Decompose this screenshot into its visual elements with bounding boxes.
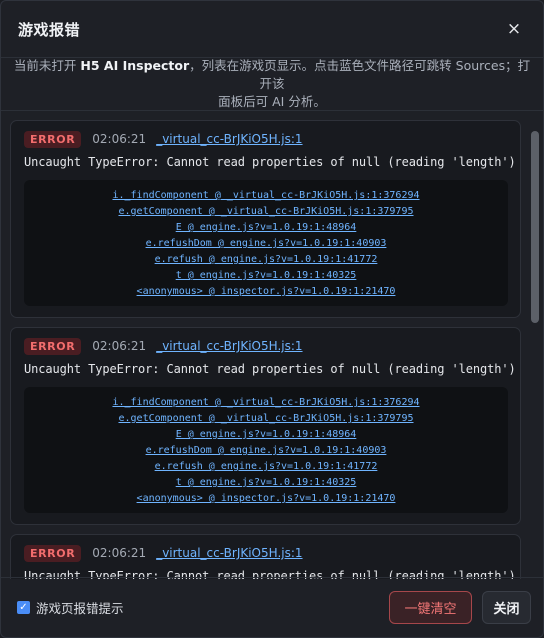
error-meta: ERROR 02:06:21 _virtual_cc-BrJKiO5H.js:1 [24,544,508,562]
error-badge: ERROR [24,337,82,355]
stack-frame-link[interactable]: i._findComponent @ _virtual_cc-BrJKiO5H.… [112,188,419,204]
error-message: Uncaught TypeError: Cannot read properti… [24,155,516,169]
stack-frame-link[interactable]: <anonymous> @ inspector.js?v=1.0.19:1:21… [137,284,396,300]
stack-frame-link[interactable]: e.refush @ engine.js?v=1.0.19:1:41772 [155,252,378,268]
stack-frame-link[interactable]: e.getComponent @ _virtual_cc-BrJKiO5H.js… [118,411,413,427]
error-source-link[interactable]: _virtual_cc-BrJKiO5H.js:1 [156,546,302,560]
error-entry: ERROR 02:06:21 _virtual_cc-BrJKiO5H.js:1… [10,534,521,579]
error-list-scrollbar[interactable] [531,121,539,579]
close-button[interactable]: 关闭 [482,591,531,624]
error-toast-toggle[interactable]: ✓ 游戏页报错提示 [17,598,124,617]
error-message: Uncaught TypeError: Cannot read properti… [24,362,516,376]
error-time: 02:06:21 [92,339,147,353]
checkmark-icon: ✓ [19,602,28,613]
stack-frame-link[interactable]: t @ engine.js?v=1.0.19:1:40325 [176,268,357,284]
stack-frame-link[interactable]: t @ engine.js?v=1.0.19:1:40325 [176,475,357,491]
notice-line-2: 面板后可 AI 分析。 [218,94,326,109]
stack-frame-link[interactable]: e.refushDom @ engine.js?v=1.0.19:1:40903 [146,443,387,459]
stack-frame-link[interactable]: e.refush @ engine.js?v=1.0.19:1:41772 [155,459,378,475]
error-time: 02:06:21 [92,132,147,146]
checkbox-checked[interactable]: ✓ [17,601,30,614]
inspector-notice: 当前未打开 H5 AI Inspector，列表在游戏页显示。点击蓝色文件路径可… [1,58,543,111]
dialog-title: 游戏报错 [18,20,81,39]
error-toast-toggle-label: 游戏页报错提示 [36,601,124,616]
error-entry: ERROR 02:06:21 _virtual_cc-BrJKiO5H.js:1… [10,327,521,525]
stack-frame-link[interactable]: <anonymous> @ inspector.js?v=1.0.19:1:21… [137,491,396,507]
notice-prefix: 当前未打开 [13,58,81,73]
stack-frame-link[interactable]: i._findComponent @ _virtual_cc-BrJKiO5H.… [112,395,419,411]
notice-line-1: 当前未打开 H5 AI Inspector，列表在游戏页显示。点击蓝色文件路径可… [11,57,533,93]
notice-suffix: ，列表在游戏页显示。点击蓝色文件路径可跳转 Sources；打开该 [189,58,531,91]
stack-frame-link[interactable]: E @ engine.js?v=1.0.19:1:48964 [176,427,357,443]
scrollbar-thumb[interactable] [531,131,539,323]
stack-trace: i._findComponent @ _virtual_cc-BrJKiO5H.… [24,387,508,513]
error-badge: ERROR [24,130,82,148]
error-entry: ERROR 02:06:21 _virtual_cc-BrJKiO5H.js:1… [10,120,521,318]
stack-frame-link[interactable]: e.getComponent @ _virtual_cc-BrJKiO5H.js… [118,204,413,220]
error-entries: ERROR 02:06:21 _virtual_cc-BrJKiO5H.js:1… [10,120,521,579]
game-error-dialog: 游戏报错 × 当前未打开 H5 AI Inspector，列表在游戏页显示。点击… [0,0,544,638]
error-source-link[interactable]: _virtual_cc-BrJKiO5H.js:1 [156,132,302,146]
stack-trace: i._findComponent @ _virtual_cc-BrJKiO5H.… [24,180,508,306]
error-list[interactable]: ERROR 02:06:21 _virtual_cc-BrJKiO5H.js:1… [1,112,543,579]
dialog-footer: ✓ 游戏页报错提示 一键清空 关闭 [1,577,543,637]
error-source-link[interactable]: _virtual_cc-BrJKiO5H.js:1 [156,339,302,353]
error-meta: ERROR 02:06:21 _virtual_cc-BrJKiO5H.js:1 [24,337,508,355]
stack-frame-link[interactable]: E @ engine.js?v=1.0.19:1:48964 [176,220,357,236]
error-time: 02:06:21 [92,546,147,560]
close-icon[interactable]: × [503,18,525,40]
stack-frame-link[interactable]: e.refushDom @ engine.js?v=1.0.19:1:40903 [146,236,387,252]
dialog-header: 游戏报错 × [1,1,543,58]
clear-all-button[interactable]: 一键清空 [389,591,472,624]
error-meta: ERROR 02:06:21 _virtual_cc-BrJKiO5H.js:1 [24,130,508,148]
error-badge: ERROR [24,544,82,562]
notice-tool-name: H5 AI Inspector [80,58,190,73]
